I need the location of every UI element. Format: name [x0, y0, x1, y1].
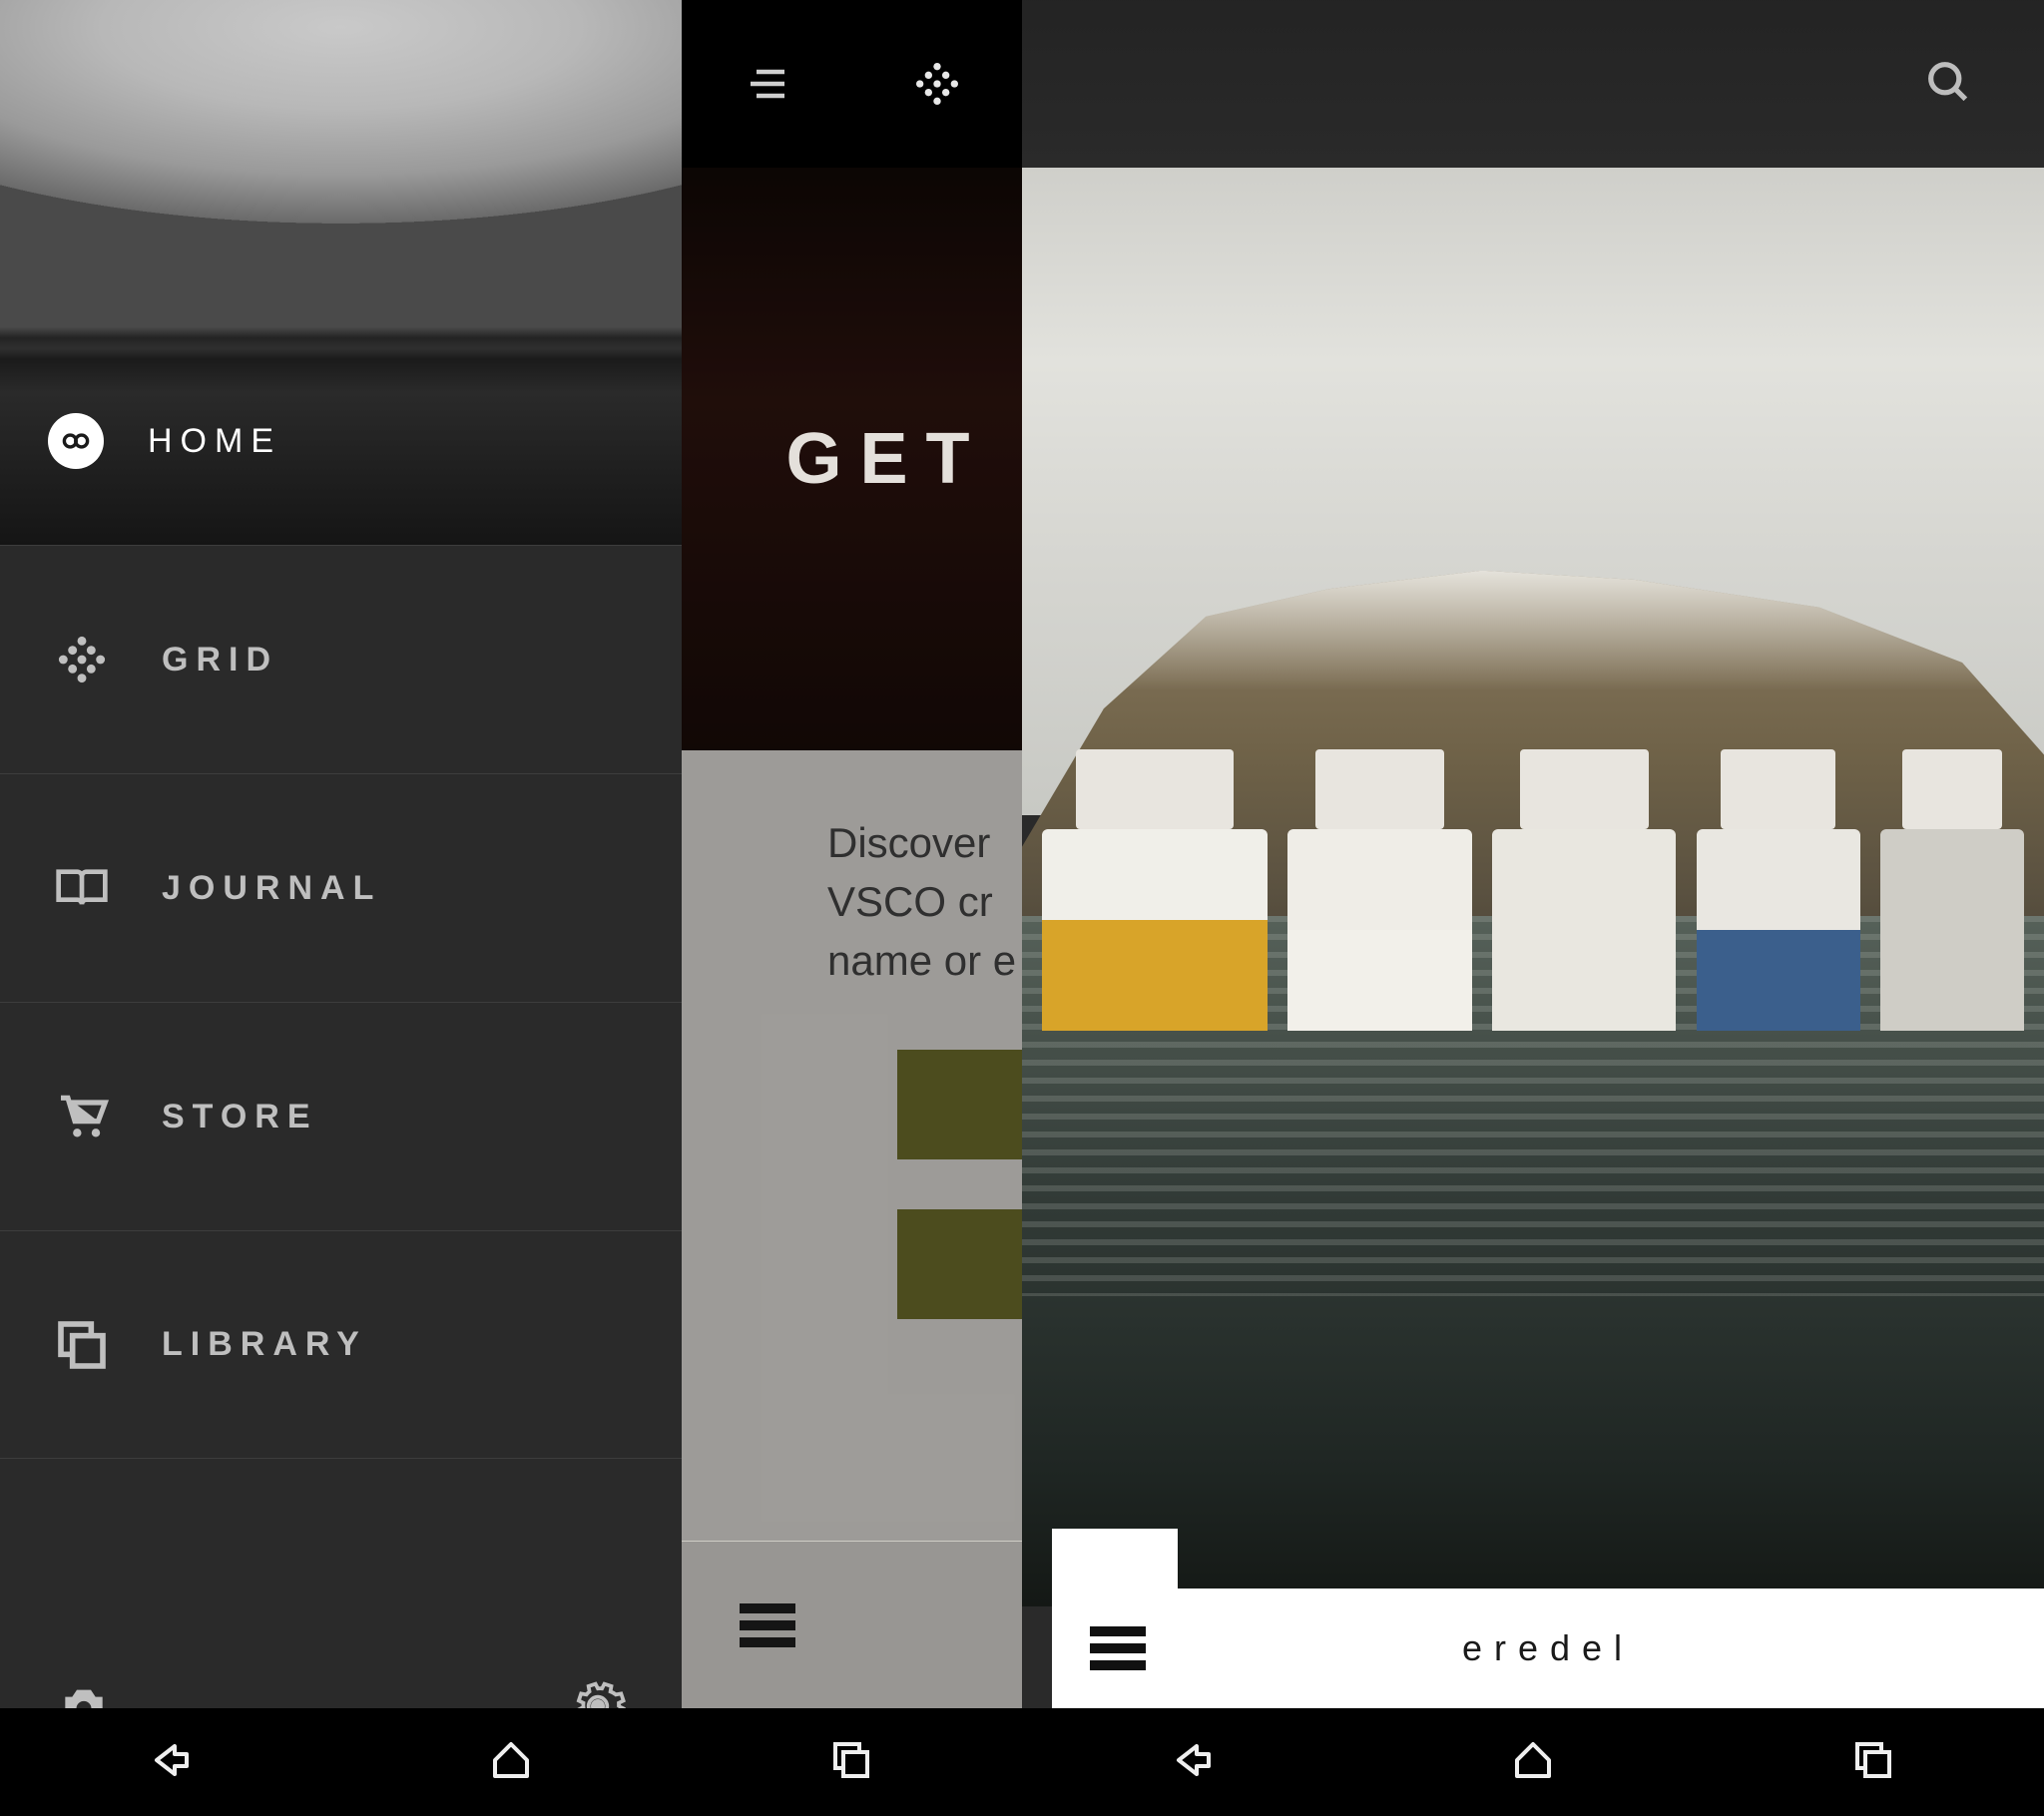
- drawer-hero: HOME: [0, 0, 682, 545]
- username-label[interactable]: eredel: [1462, 1627, 1634, 1669]
- body-line: Discover: [827, 814, 1022, 873]
- recent-apps-icon[interactable]: [827, 1736, 875, 1789]
- android-navbar: [0, 1708, 1022, 1816]
- phone1-content: GET Discover VSCO cr name or e: [682, 0, 1022, 1816]
- hamburger-icon[interactable]: [740, 1603, 795, 1647]
- phone1-button[interactable]: [897, 1209, 1022, 1319]
- caption-notch: [1052, 1529, 1178, 1589]
- android-navbar: [1022, 1708, 2044, 1816]
- menu-lines-icon[interactable]: [727, 54, 806, 114]
- feed-photo[interactable]: [1022, 168, 2044, 1606]
- stack-icon: [54, 1317, 110, 1373]
- drawer-item-store[interactable]: STORE: [0, 1002, 682, 1230]
- body-line: name or e: [827, 932, 1022, 991]
- home-outline-icon[interactable]: [1509, 1736, 1557, 1789]
- home-outline-icon[interactable]: [487, 1736, 535, 1789]
- body-line: VSCO cr: [827, 873, 1022, 932]
- drawer-home-label: HOME: [148, 422, 281, 461]
- phone2: eredel: [1022, 0, 2044, 1816]
- drawer-home-item[interactable]: HOME: [48, 413, 281, 469]
- grid-diamond-icon: [54, 632, 110, 687]
- grid-diamond-icon[interactable]: [897, 54, 977, 114]
- nav-drawer: HOME GRID JOURNAL: [0, 0, 682, 1816]
- phone1-body: Discover VSCO cr name or e: [682, 750, 1022, 1541]
- phone1-hero-title: GET: [716, 418, 987, 500]
- drawer-item-label: GRID: [162, 641, 278, 680]
- phone1-topbar: [682, 0, 1022, 168]
- search-icon[interactable]: [1922, 56, 1974, 113]
- home-icon: [48, 413, 104, 469]
- phone1-button[interactable]: [897, 1050, 1022, 1159]
- phone2-caption-bar: eredel: [1052, 1589, 2044, 1708]
- hamburger-icon[interactable]: [1090, 1626, 1146, 1670]
- book-open-icon: [54, 860, 110, 916]
- back-icon[interactable]: [1169, 1736, 1217, 1789]
- drawer-item-label: JOURNAL: [162, 869, 381, 908]
- phone1-body-text: Discover VSCO cr name or e: [682, 750, 1022, 990]
- phone1-hero: GET: [682, 168, 1022, 750]
- drawer-item-label: LIBRARY: [162, 1325, 367, 1364]
- phone1-bottom-bar: [682, 1541, 1022, 1708]
- drawer-item-grid[interactable]: GRID: [0, 545, 682, 773]
- cart-icon: [54, 1089, 110, 1144]
- drawer-item-library[interactable]: LIBRARY: [0, 1230, 682, 1459]
- recent-apps-icon[interactable]: [1849, 1736, 1897, 1789]
- drawer-item-label: STORE: [162, 1098, 318, 1136]
- drawer-item-journal[interactable]: JOURNAL: [0, 773, 682, 1002]
- drawer-list: GRID JOURNAL STORE LIBRARY: [0, 545, 682, 1600]
- back-icon[interactable]: [147, 1736, 195, 1789]
- phone2-topbar: [1022, 0, 2044, 168]
